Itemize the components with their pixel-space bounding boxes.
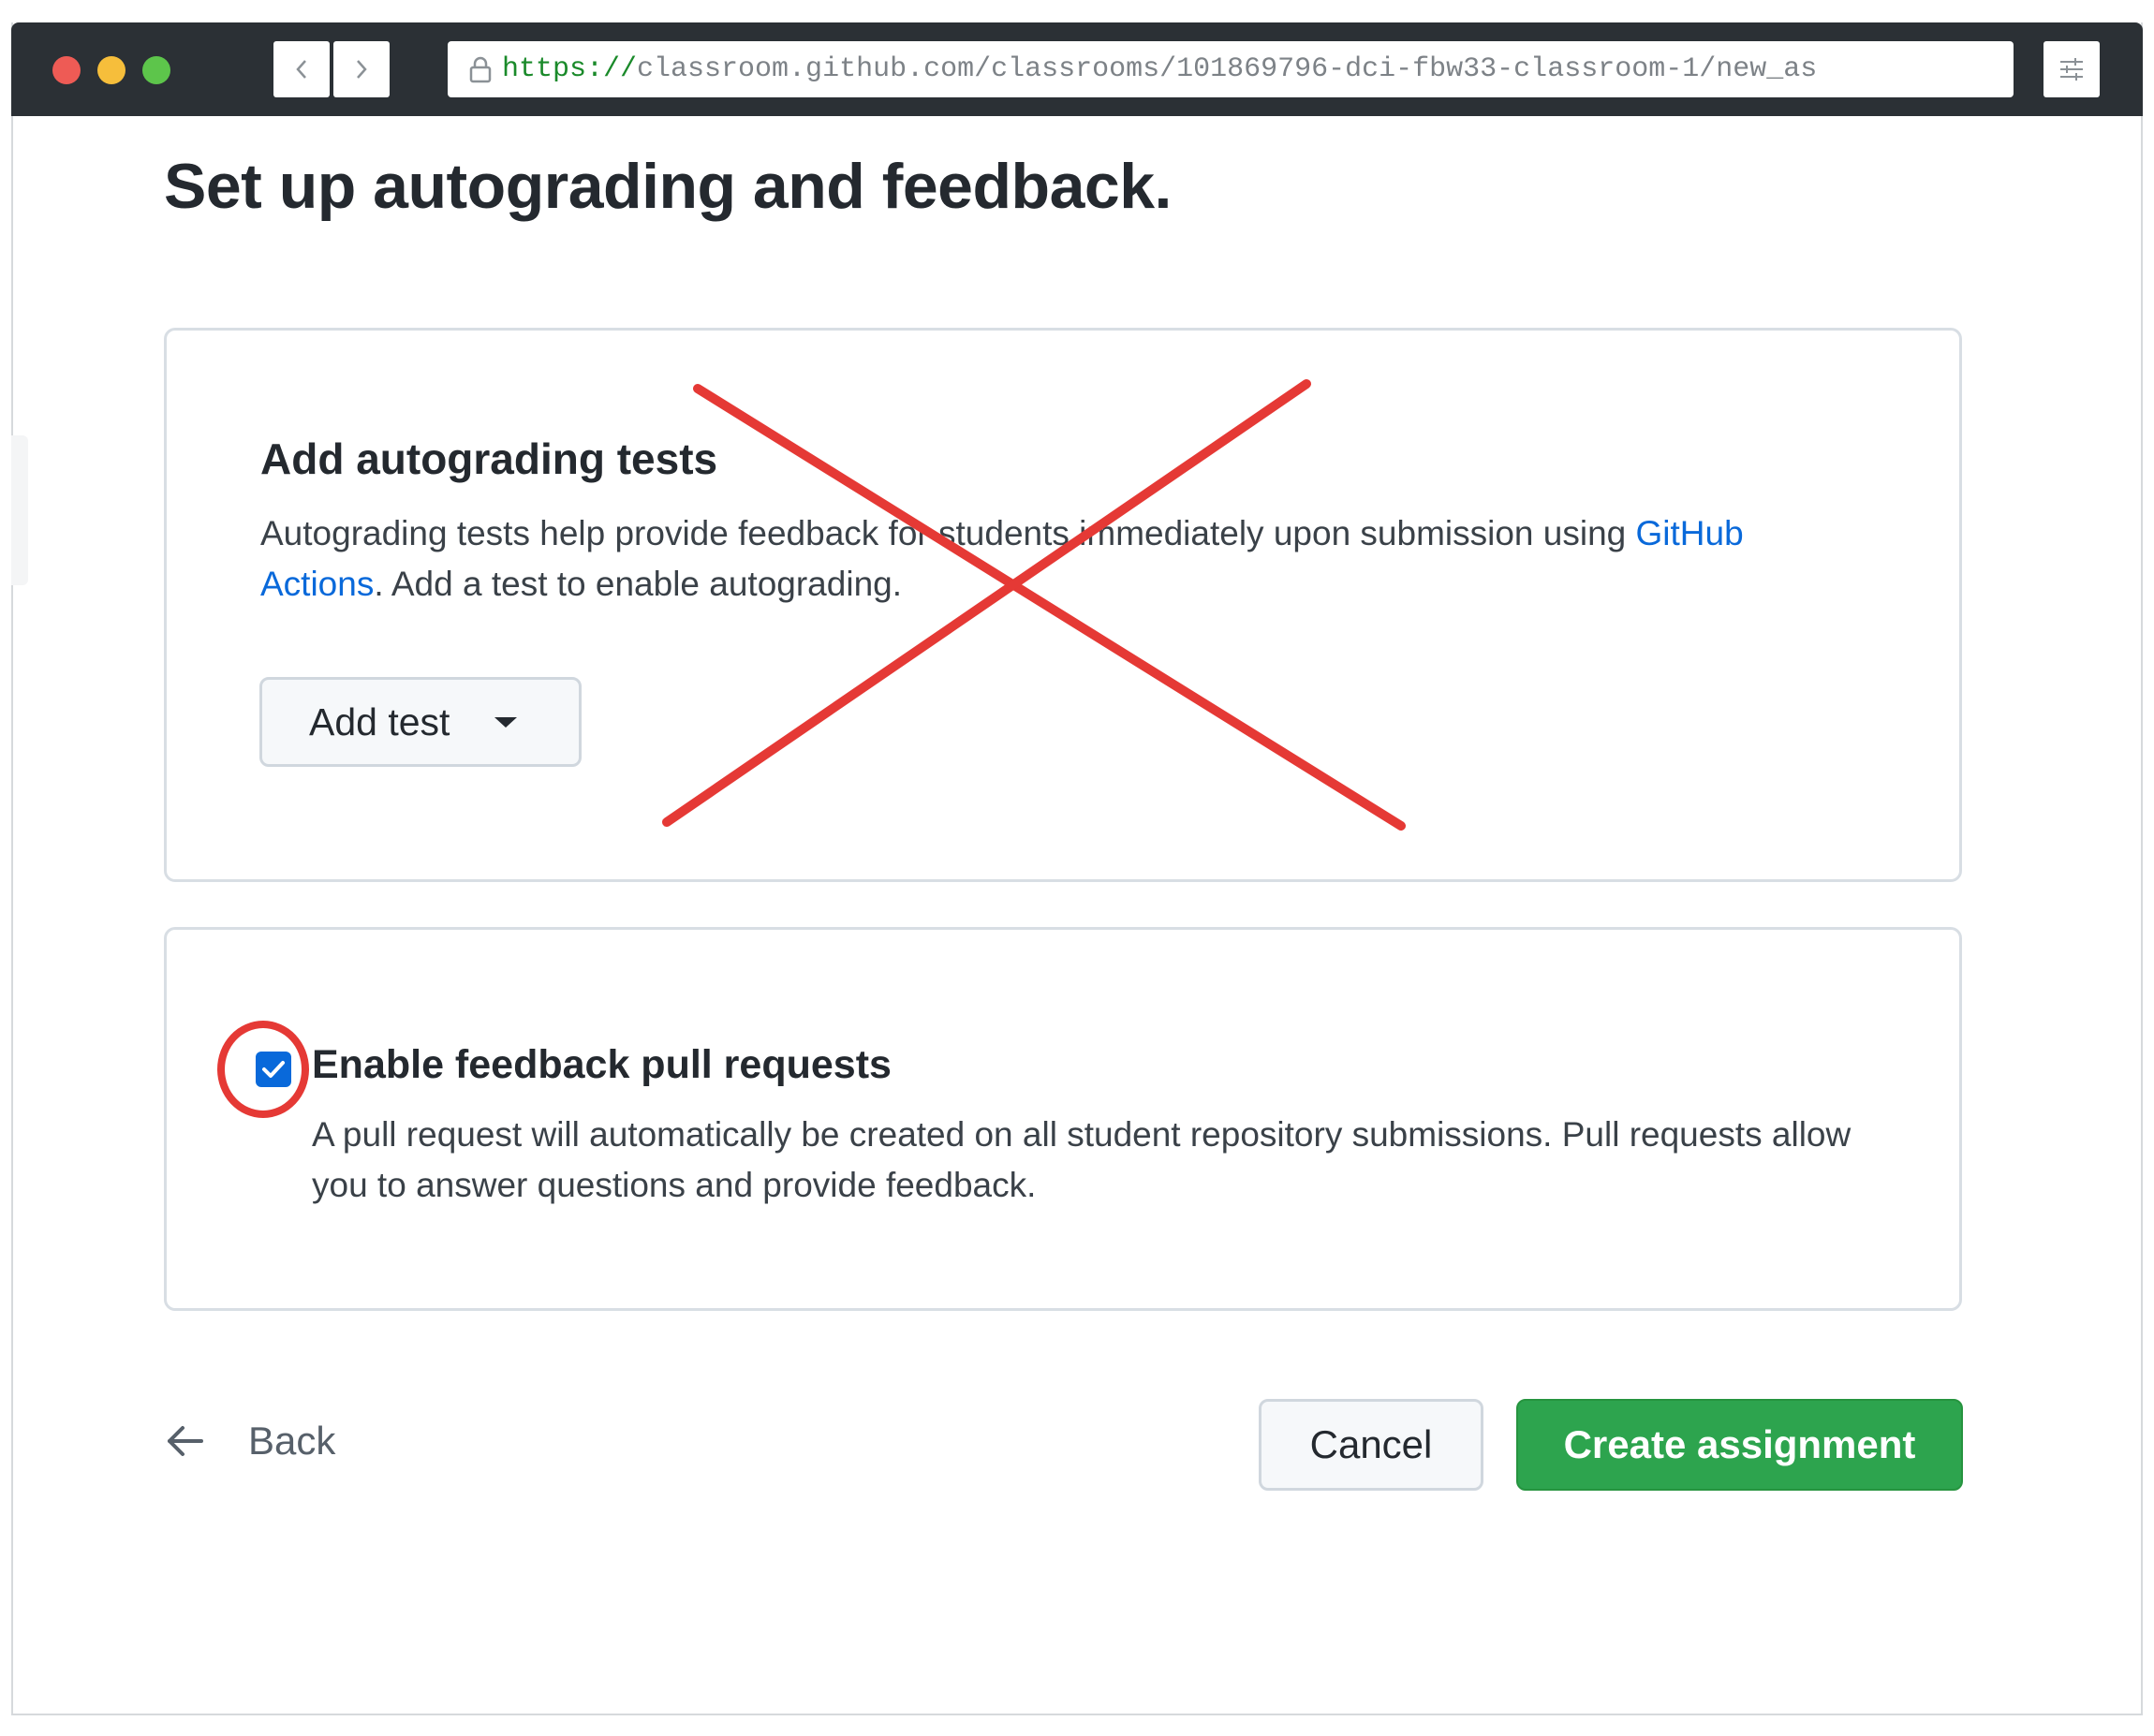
chevron-right-icon xyxy=(357,60,367,79)
cancel-button[interactable]: Cancel xyxy=(1259,1399,1483,1491)
feedback-pull-requests-label[interactable]: Enable feedback pull requests xyxy=(312,1042,892,1088)
close-window-button[interactable] xyxy=(52,56,81,84)
sliders-icon xyxy=(2060,58,2083,81)
back-button[interactable]: Back xyxy=(164,1419,335,1464)
checkmark-icon xyxy=(262,1061,285,1078)
autograding-card: Add autograding tests Autograding tests … xyxy=(164,328,1962,882)
back-label: Back xyxy=(248,1419,336,1463)
caret-down-icon xyxy=(494,716,518,728)
forward-nav-button[interactable] xyxy=(333,41,390,97)
autograding-heading: Add autograding tests xyxy=(260,434,718,483)
side-panel-handle[interactable] xyxy=(11,435,28,585)
history-navigation xyxy=(273,41,390,97)
feedback-description: A pull request will automatically be cre… xyxy=(312,1115,1852,1204)
url-text: https://classroom.github.com/classrooms/… xyxy=(502,53,1817,85)
url-scheme: https:// xyxy=(502,53,638,85)
lock-icon xyxy=(469,56,492,83)
feedback-pull-requests-checkbox[interactable] xyxy=(256,1052,291,1087)
autograding-description-text: Autograding tests help provide feedback … xyxy=(260,514,1636,552)
arrow-left-icon xyxy=(168,1426,203,1456)
browser-menu-button[interactable] xyxy=(2043,41,2100,97)
autograding-description: Autograding tests help provide feedback … xyxy=(260,508,1871,610)
create-assignment-button[interactable]: Create assignment xyxy=(1516,1399,1963,1491)
chevron-left-icon xyxy=(296,60,306,79)
address-bar[interactable]: https://classroom.github.com/classrooms/… xyxy=(448,41,2014,97)
url-path: classroom.github.com/classrooms/10186979… xyxy=(637,53,1818,85)
back-nav-button[interactable] xyxy=(273,41,330,97)
feedback-card: Enable feedback pull requests A pull req… xyxy=(164,927,1962,1311)
autograding-description-tail: . Add a test to enable autograding. xyxy=(374,565,902,603)
minimize-window-button[interactable] xyxy=(97,56,125,84)
browser-titlebar: https://classroom.github.com/classrooms/… xyxy=(11,22,2143,116)
maximize-window-button[interactable] xyxy=(142,56,170,84)
page-title: Set up autograding and feedback. xyxy=(164,151,1172,222)
add-test-label: Add test xyxy=(309,699,450,743)
add-test-dropdown-button[interactable]: Add test xyxy=(259,677,582,767)
